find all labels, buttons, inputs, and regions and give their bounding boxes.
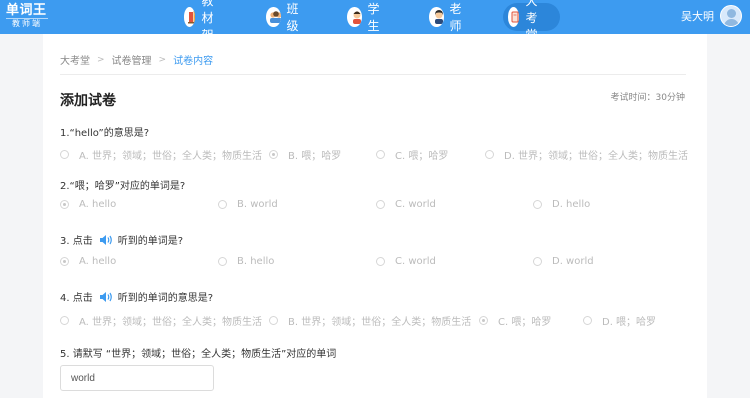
question-text: 2.“喂；哈罗”对应的单词是? [60, 181, 186, 192]
option-label: B. hello [237, 256, 275, 267]
question-2-option-c[interactable]: C. world [376, 199, 436, 210]
top-navigation-bar: 单词王 教师端 教材架 班级 学生 老师 [0, 0, 750, 42]
radio-button[interactable] [269, 150, 278, 159]
question-5-prompt: 5. 请默写 “世界；领域；世俗；全人类；物质生活”对应的单词 [60, 345, 336, 360]
option-label: C. 喂；哈罗 [395, 151, 449, 162]
question-3-option-b[interactable]: B. hello [218, 256, 274, 267]
radio-button[interactable] [60, 257, 69, 266]
teacher-icon [429, 7, 444, 27]
radio-button[interactable] [479, 316, 488, 325]
question-4-option-c[interactable]: C. 喂；哈罗 [479, 313, 551, 328]
breadcrumb-item-exam-hall[interactable]: 大考堂 [60, 52, 90, 67]
option-label: D. 世界；领域；世俗；全人类；物质生活 [504, 151, 689, 162]
radio-button[interactable] [376, 257, 385, 266]
option-label: A. hello [79, 256, 117, 267]
option-label: C. world [395, 256, 436, 267]
breadcrumb: 大考堂 > 试卷管理 > 试卷内容 [60, 52, 214, 68]
student-icon [347, 7, 362, 27]
question-2-option-a[interactable]: A. hello [60, 199, 116, 210]
nav-label: 班级 [286, 2, 299, 33]
question-3-option-c[interactable]: C. world [376, 256, 436, 267]
question-3-prompt: 3. 点击 听到的单词是? [60, 232, 183, 247]
radio-button[interactable] [60, 150, 69, 159]
radio-button[interactable] [485, 150, 494, 159]
logo-subtitle: 教师端 [6, 18, 48, 28]
question-1-option-d[interactable]: D. 世界；领域；世俗；全人类；物质生活 [485, 147, 688, 162]
radio-button[interactable] [218, 257, 227, 266]
nav-item-exam-hall[interactable]: 大考堂 [503, 0, 561, 42]
radio-button[interactable] [269, 316, 278, 325]
speaker-icon[interactable] [99, 291, 113, 303]
question-3-option-d[interactable]: D. world [533, 256, 594, 267]
question-1-option-b[interactable]: B. 喂；哈罗 [269, 147, 341, 162]
option-label: C. 喂；哈罗 [498, 317, 552, 328]
nav-item-bookshelf[interactable]: 教材架 [180, 0, 222, 42]
question-4-prompt: 4. 点击 听到的单词的意思是? [60, 289, 213, 304]
user-menu[interactable]: 吴大明 [681, 5, 742, 27]
exam-hall-icon [508, 7, 520, 27]
app-logo[interactable]: 单词王 教师端 [6, 3, 48, 29]
question-2-prompt: 2.“喂；哈罗”对应的单词是? [60, 177, 185, 192]
nav-label: 老师 [449, 2, 462, 33]
class-icon [266, 7, 281, 27]
nav-item-teacher[interactable]: 老师 [425, 2, 467, 33]
nav-label: 学生 [367, 2, 380, 33]
question-4-option-d[interactable]: D. 喂；哈罗 [583, 313, 656, 328]
question-1-prompt: 1.“hello”的意思是? [60, 124, 149, 139]
option-label: A. 世界；领域；世俗；全人类；物质生活 [79, 151, 263, 162]
question-text-prefix: 4. 点击 [60, 293, 93, 304]
question-3-option-a[interactable]: A. hello [60, 256, 116, 267]
question-text: 5. 请默写 “世界；领域；世俗；全人类；物质生活”对应的单词 [60, 349, 337, 360]
chevron-right-icon: > [97, 54, 105, 65]
question-4-option-b[interactable]: B. 世界；领域；世俗；全人类；物质生活 [269, 313, 471, 328]
radio-button[interactable] [533, 257, 542, 266]
exam-time: 考试时间：30分钟 [610, 93, 685, 103]
nav-item-class[interactable]: 班级 [262, 2, 304, 33]
option-label: D. 喂；哈罗 [602, 317, 657, 328]
option-label: D. hello [552, 199, 591, 210]
option-label: D. world [552, 256, 594, 267]
breadcrumb-item-paper-management[interactable]: 试卷管理 [112, 52, 152, 67]
user-name: 吴大明 [681, 10, 714, 23]
option-label: A. 世界；领域；世俗；全人类；物质生活 [79, 317, 263, 328]
radio-button[interactable] [533, 200, 542, 209]
radio-button[interactable] [376, 200, 385, 209]
breadcrumb-item-paper-content: 试卷内容 [173, 56, 214, 67]
question-4-option-a[interactable]: A. 世界；领域；世俗；全人类；物质生活 [60, 313, 262, 328]
radio-button[interactable] [583, 316, 592, 325]
avatar [720, 5, 742, 27]
question-5-answer-input[interactable] [60, 365, 214, 391]
option-label: B. world [237, 199, 278, 210]
option-label: C. world [395, 199, 436, 210]
question-text-suffix: 听到的单词是? [117, 236, 184, 247]
radio-button[interactable] [60, 316, 69, 325]
question-text-prefix: 3. 点击 [60, 236, 93, 247]
question-1-option-c[interactable]: C. 喂；哈罗 [376, 147, 448, 162]
option-label: B. 喂；哈罗 [288, 151, 342, 162]
page-title: 添加试卷 [60, 93, 116, 109]
chevron-right-icon: > [158, 54, 167, 65]
question-1-option-a[interactable]: A. 世界；领域；世俗；全人类；物质生活 [60, 147, 262, 162]
question-text-suffix: 听到的单词的意思是? [117, 293, 214, 304]
option-label: A. hello [79, 199, 117, 210]
bookshelf-icon [184, 7, 196, 27]
exam-paper-card: 大考堂 > 试卷管理 > 试卷内容 添加试卷 考试时间：30分钟 1.“hell… [43, 34, 707, 398]
divider [60, 74, 686, 75]
question-text: 1.“hello”的意思是? [60, 128, 150, 139]
logo-title: 单词王 [6, 3, 47, 18]
radio-button[interactable] [218, 200, 227, 209]
nav-item-student[interactable]: 学生 [343, 2, 385, 33]
speaker-icon[interactable] [99, 234, 113, 246]
question-2-option-d[interactable]: D. hello [533, 199, 590, 210]
radio-button[interactable] [376, 150, 385, 159]
question-2-option-b[interactable]: B. world [218, 199, 278, 210]
radio-button[interactable] [60, 200, 69, 209]
option-label: B. 世界；领域；世俗；全人类；物质生活 [288, 317, 472, 328]
